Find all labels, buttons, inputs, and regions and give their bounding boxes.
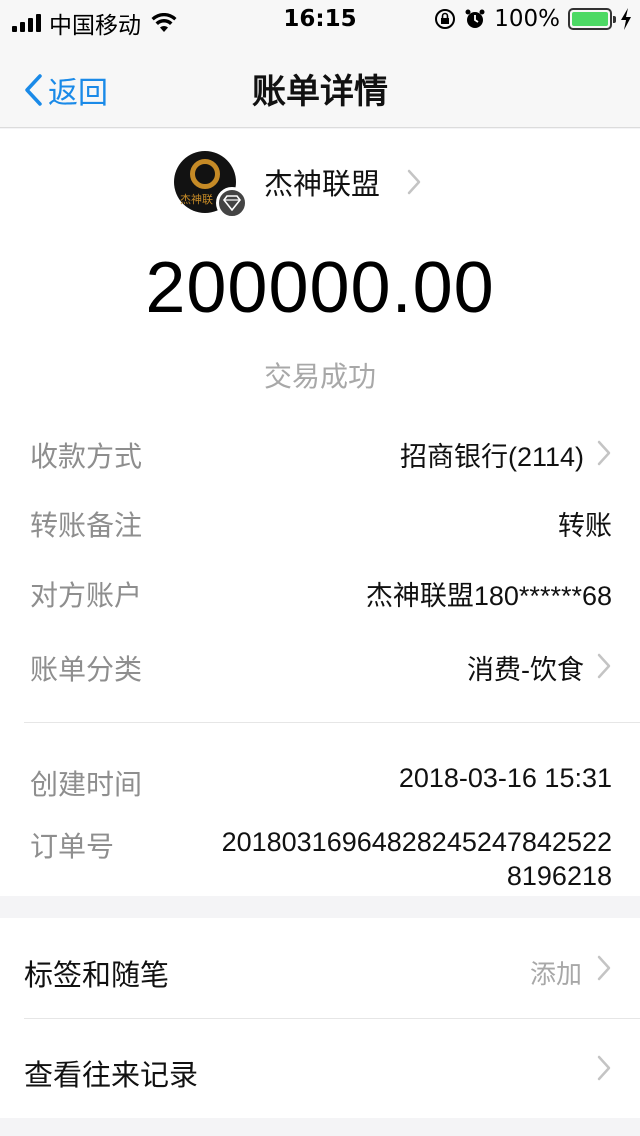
battery-icon [568,8,616,30]
row-label: 转账备注 [30,509,143,542]
page-title: 账单详情 [252,72,388,112]
merchant-header[interactable]: 杰神联 杰神联盟 [174,151,422,219]
row-label: 创建时间 [30,768,143,801]
order-number-line1: 20180316964828245247842522 [221,827,612,857]
chevron-right-icon [597,1055,611,1081]
list-label: 查看往来记录 [24,1058,199,1092]
row-value: 招商银行(2114) [399,442,584,472]
amount: 200000.00 [145,248,495,328]
detail-row-payment-method[interactable]: 收款方式 招商银行(2114) [0,435,640,475]
order-number-line2: 8196218 [506,861,612,891]
avatar-text: 杰神联 [180,193,213,206]
row-label: 对方账户 [30,579,143,612]
list-label: 标签和随笔 [24,958,170,992]
detail-row-order-number: 订单号 20180316964828245247842522 8196218 [0,825,640,891]
diamond-badge-icon [216,187,248,219]
detail-row-created-time: 创建时间 2018-03-16 15:31 [0,763,640,803]
chevron-right-icon [407,169,421,195]
battery-percent: 100% [494,6,560,32]
detail-row-counterparty: 对方账户 杰神联盟180******68 [0,574,640,614]
chevron-right-icon [597,440,611,466]
detail-row-category[interactable]: 账单分类 消费-饮食 [0,648,640,688]
row-value: 杰神联盟180******68 [365,581,612,611]
merchant-name: 杰神联盟 [264,167,381,201]
row-label: 账单分类 [30,653,143,686]
battery-fill [572,12,608,26]
chevron-right-icon [597,955,611,981]
avatar: 杰神联 [174,151,248,219]
row-value: 2018-03-16 15:31 [398,763,612,793]
rotation-lock-icon [435,9,456,29]
avatar-logo [190,159,220,189]
divider [24,722,640,723]
list-hint: 添加 [529,960,582,990]
list-item-history[interactable]: 查看往来记录 [0,1018,640,1118]
chevron-right-icon [597,653,611,679]
row-label: 订单号 [30,830,115,863]
status-bar: 中国移动 16:15 100% [0,0,640,40]
row-label: 收款方式 [30,440,143,473]
list-item-tags-notes[interactable]: 标签和随笔 添加 [0,918,640,1019]
nav-bar: 返回 账单详情 [0,40,640,128]
options-list: 标签和随笔 添加 查看往来记录 [0,918,640,1118]
row-value: 转账 [558,511,612,541]
bill-detail-card: 杰神联 杰神联盟 200000.00 交易成功 收款方式 招商银行(2114) … [0,129,640,896]
charging-icon [621,8,631,30]
detail-row-remark: 转账备注 转账 [0,504,640,544]
order-number: 20180316964828245247842522 8196218 [222,825,612,893]
transaction-status: 交易成功 [263,360,376,393]
alarm-icon [465,9,485,28]
row-value: 消费-饮食 [467,655,584,685]
